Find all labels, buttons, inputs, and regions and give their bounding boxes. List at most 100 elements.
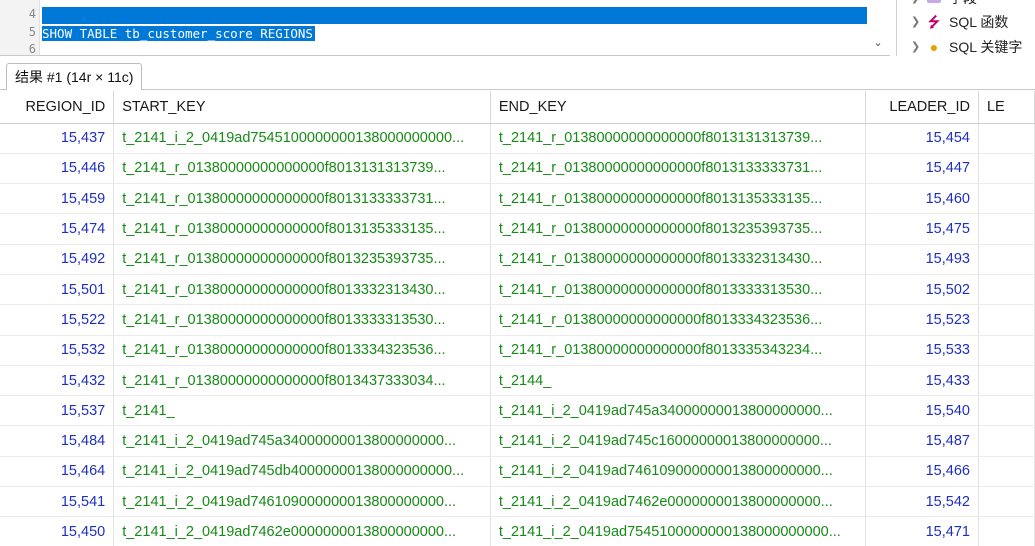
region-id-cell[interactable]: 15,541 (0, 486, 115, 518)
start-key-cell[interactable]: t_2141_r_01380000000000000f8013333313530… (113, 304, 491, 336)
region-id-cell[interactable]: 15,474 (0, 213, 115, 245)
region-id-cell[interactable]: 15,446 (0, 153, 115, 185)
start-key-cell[interactable]: t_2141_r_01380000000000000f8013133333731… (113, 183, 491, 215)
selected-sql-text[interactable]: SHOW TABLE tb_customer_score REGIONS (42, 26, 315, 41)
table-row[interactable]: 15,474 t_2141_r_01380000000000000f8013135… (0, 213, 1035, 245)
tree-item-fields[interactable]: ❯ 字段 (911, 0, 977, 9)
column-header-end-key[interactable]: END_KEY (490, 91, 866, 124)
le-cell[interactable] (978, 365, 1035, 397)
leader-id-cell[interactable]: 15,454 (865, 123, 979, 154)
column-header-le[interactable]: LE (978, 91, 1035, 124)
le-cell[interactable] (978, 516, 1035, 546)
table-row[interactable]: 15,537 t_2141_ t_2141_i_2_0419ad745a340000… (0, 395, 1035, 427)
leader-id-cell[interactable]: 15,447 (865, 153, 979, 185)
le-cell[interactable] (978, 213, 1035, 245)
start-key-cell[interactable]: t_2141_i_2_0419ad7462e000000001380000000… (113, 516, 491, 546)
table-row[interactable]: 15,437 t_2141_i_2_0419ad75451000000001380… (0, 123, 1035, 154)
region-id-cell[interactable]: 15,464 (0, 456, 115, 488)
leader-id-cell[interactable]: 15,493 (865, 244, 979, 275)
region-id-cell[interactable]: 15,537 (0, 395, 115, 427)
region-id-cell[interactable]: 15,437 (0, 123, 115, 154)
chevron-right-icon[interactable]: ❯ (911, 11, 925, 33)
start-key-cell[interactable]: t_2141_i_2_0419ad75451000000001380000000… (113, 123, 491, 154)
leader-id-cell[interactable]: 15,502 (865, 274, 979, 306)
leader-id-cell[interactable]: 15,466 (865, 456, 979, 488)
table-row[interactable]: 15,459 t_2141_r_01380000000000000f8013133… (0, 183, 1035, 215)
start-key-cell[interactable]: t_2141_r_01380000000000000f8013131313739… (113, 153, 491, 185)
table-row[interactable]: 15,522 t_2141_r_01380000000000000f8013333… (0, 304, 1035, 336)
leader-id-cell[interactable]: 15,460 (865, 183, 979, 215)
end-key-cell[interactable]: t_2144_ (490, 365, 866, 397)
end-key-cell[interactable]: t_2141_i_2_0419ad745c1600000001380000000… (490, 425, 866, 457)
start-key-cell[interactable]: t_2141_r_01380000000000000f8013332313430… (113, 274, 491, 306)
leader-id-cell[interactable]: 15,433 (865, 365, 979, 397)
leader-id-cell[interactable]: 15,540 (865, 395, 979, 427)
leader-id-cell[interactable]: 15,542 (865, 486, 979, 518)
scroll-down-icon[interactable]: ⌄ (868, 34, 888, 52)
start-key-cell[interactable]: t_2141_r_01380000000000000f8013437333034… (113, 365, 491, 397)
end-key-cell[interactable]: t_2141_i_2_0419ad75451000000001380000000… (490, 516, 866, 546)
end-key-cell[interactable]: t_2141_r_01380000000000000f8013131313739… (490, 123, 866, 154)
column-header-start-key[interactable]: START_KEY (113, 91, 491, 124)
le-cell[interactable] (978, 425, 1035, 457)
object-tree[interactable]: ❯ 字段 ❯ ⭍ SQL 函数 ❯ ● SQL 关键字 (896, 0, 1035, 56)
end-key-cell[interactable]: t_2141_i_2_0419ad745a3400000001380000000… (490, 395, 866, 427)
region-id-cell[interactable]: 15,484 (0, 425, 115, 457)
le-cell[interactable] (978, 153, 1035, 185)
table-row[interactable]: 15,446 t_2141_r_01380000000000000f8013131… (0, 153, 1035, 185)
leader-id-cell[interactable]: 15,471 (865, 516, 979, 546)
tree-item-sql-keywords[interactable]: ❯ ● SQL 关键字 (911, 36, 1022, 56)
region-id-cell[interactable]: 15,459 (0, 183, 115, 215)
end-key-cell[interactable]: t_2141_i_2_0419ad74610900000001380000000… (490, 456, 866, 488)
region-id-cell[interactable]: 15,492 (0, 244, 115, 275)
tab-result-1[interactable]: 结果 #1 (14r × 11c) (6, 63, 143, 90)
chevron-right-icon[interactable]: ❯ (911, 0, 925, 9)
code-line-selected[interactable] (42, 7, 867, 24)
end-key-cell[interactable]: t_2141_r_01380000000000000f8013135333135… (490, 183, 866, 215)
le-cell[interactable] (978, 304, 1035, 336)
end-key-cell[interactable]: t_2141_r_01380000000000000f8013335343234… (490, 335, 866, 366)
le-cell[interactable] (978, 274, 1035, 306)
tree-item-sql-functions[interactable]: ❯ ⭍ SQL 函数 (911, 11, 1008, 33)
start-key-cell[interactable]: t_2141_i_2_0419ad745db400000001380000000… (113, 456, 491, 488)
table-row[interactable]: 15,532 t_2141_r_01380000000000000f8013334… (0, 335, 1035, 366)
table-row[interactable]: 15,501 t_2141_r_01380000000000000f8013332… (0, 274, 1035, 306)
table-row[interactable]: 15,432 t_2141_r_01380000000000000f8013437… (0, 365, 1035, 397)
region-id-cell[interactable]: 15,450 (0, 516, 115, 546)
end-key-cell[interactable]: t_2141_r_01380000000000000f8013333313530… (490, 274, 866, 306)
start-key-cell[interactable]: t_2141_r_01380000000000000f8013334323536… (113, 335, 491, 366)
table-row[interactable]: 15,450 t_2141_i_2_0419ad7462e000000001380… (0, 516, 1035, 546)
result-grid[interactable]: REGION_ID START_KEY END_KEY LEADER_ID LE… (0, 91, 1035, 546)
region-id-cell[interactable]: 15,522 (0, 304, 115, 336)
code-line[interactable]: SHOW TABLE tb_customer_score REGIONS (42, 25, 315, 42)
region-id-cell[interactable]: 15,532 (0, 335, 115, 366)
column-header-region-id[interactable]: REGION_ID (0, 91, 115, 124)
start-key-cell[interactable]: t_2141_r_01380000000000000f8013135333135… (113, 213, 491, 245)
table-row[interactable]: 15,464 t_2141_i_2_0419ad745db400000001380… (0, 456, 1035, 488)
table-row[interactable]: 15,484 t_2141_i_2_0419ad745a3400000001380… (0, 425, 1035, 457)
start-key-cell[interactable]: t_2141_i_2_0419ad74610900000001380000000… (113, 486, 491, 518)
start-key-cell[interactable]: t_2141_ (113, 395, 491, 427)
table-row[interactable]: 15,541 t_2141_i_2_0419ad74610900000001380… (0, 486, 1035, 518)
end-key-cell[interactable]: t_2141_r_01380000000000000f8013334323536… (490, 304, 866, 336)
start-key-cell[interactable]: t_2141_i_2_0419ad745a3400000001380000000… (113, 425, 491, 457)
leader-id-cell[interactable]: 15,523 (865, 304, 979, 336)
le-cell[interactable] (978, 244, 1035, 275)
start-key-cell[interactable]: t_2141_r_01380000000000000f8013235393735… (113, 244, 491, 275)
le-cell[interactable] (978, 335, 1035, 366)
leader-id-cell[interactable]: 15,475 (865, 213, 979, 245)
le-cell[interactable] (978, 456, 1035, 488)
leader-id-cell[interactable]: 15,487 (865, 425, 979, 457)
sql-editor[interactable]: 4 5 6 SHOW TABLE tb_customer_score REGIO… (0, 0, 890, 56)
le-cell[interactable] (978, 395, 1035, 427)
end-key-cell[interactable]: t_2141_r_01380000000000000f8013332313430… (490, 244, 866, 275)
end-key-cell[interactable]: t_2141_r_01380000000000000f8013235393735… (490, 213, 866, 245)
column-header-leader-id[interactable]: LEADER_ID (865, 91, 979, 124)
end-key-cell[interactable]: t_2141_i_2_0419ad7462e000000001380000000… (490, 486, 866, 518)
chevron-right-icon[interactable]: ❯ (911, 36, 925, 56)
le-cell[interactable] (978, 123, 1035, 154)
region-id-cell[interactable]: 15,432 (0, 365, 115, 397)
table-row[interactable]: 15,492 t_2141_r_01380000000000000f8013235… (0, 244, 1035, 275)
end-key-cell[interactable]: t_2141_r_01380000000000000f8013133333731… (490, 153, 866, 185)
le-cell[interactable] (978, 183, 1035, 215)
